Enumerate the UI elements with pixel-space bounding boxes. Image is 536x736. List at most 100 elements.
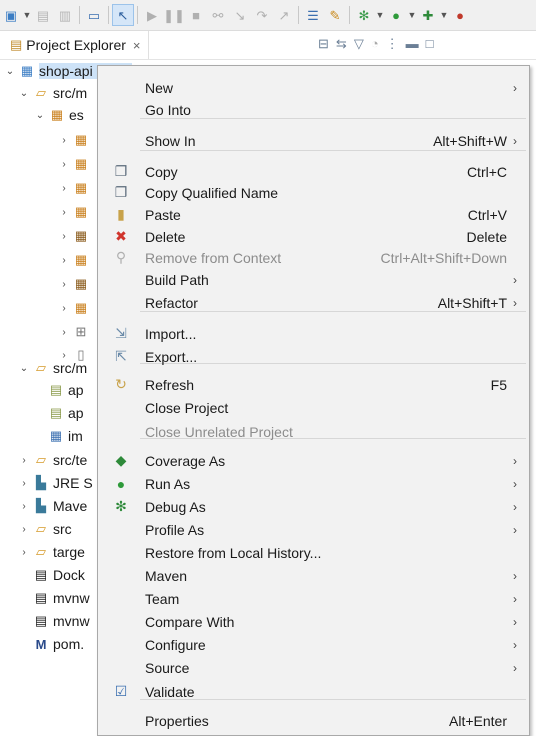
dropdown-icon[interactable]: ▼	[439, 4, 449, 26]
minimize-icon[interactable]: ▬	[406, 36, 419, 52]
menu-item-export[interactable]: ⇱ Export...	[98, 345, 529, 368]
tree-item-resource[interactable]: ▤ ap	[48, 379, 84, 401]
chevron-right-icon[interactable]: ›	[58, 135, 70, 146]
chevron-right-icon[interactable]: ›	[18, 501, 30, 512]
tree-item-src[interactable]: › ▱ src	[18, 518, 71, 540]
new-wizard-icon[interactable]: ▣	[0, 4, 22, 26]
menu-item-coverage-as[interactable]: ◆ Coverage As ›	[98, 449, 529, 472]
link-with-editor-icon[interactable]: ⇆	[336, 36, 347, 52]
menu-item-copy-qualified-name[interactable]: ❐ Copy Qualified Name	[98, 181, 529, 204]
debug-icon[interactable]: ✚	[417, 4, 439, 26]
chevron-right-icon[interactable]: ›	[58, 183, 70, 194]
menu-item-delete[interactable]: ✖ Delete Delete	[98, 225, 529, 248]
suspend-icon[interactable]: ❚❚	[163, 4, 185, 26]
menu-item-configure[interactable]: Configure ›	[98, 633, 529, 656]
tree-item-pom[interactable]: M pom.	[33, 633, 85, 655]
chevron-right-icon[interactable]: ›	[18, 547, 30, 558]
external-tools-icon[interactable]: ●	[449, 4, 471, 26]
select-icon[interactable]: ↖	[112, 4, 134, 26]
chevron-right-icon[interactable]: ›	[58, 255, 70, 266]
close-icon[interactable]: ×	[133, 38, 141, 53]
coverage-icon[interactable]: ✻	[353, 4, 375, 26]
chevron-right-icon[interactable]: ›	[18, 455, 30, 466]
tree-item-resource[interactable]: ▦ im	[48, 425, 83, 447]
resume-icon[interactable]: ▶	[141, 4, 163, 26]
tree-item-resource[interactable]: ▤ ap	[48, 402, 84, 424]
chevron-right-icon[interactable]: ›	[58, 279, 70, 290]
chevron-right-icon[interactable]: ›	[18, 524, 30, 535]
tree-item-src-test[interactable]: › ▱ src/te	[18, 449, 87, 471]
chevron-down-icon[interactable]: ⌄	[18, 88, 30, 99]
console-icon[interactable]: ▭	[83, 4, 105, 26]
step-into-icon[interactable]: ↘	[229, 4, 251, 26]
save-icon[interactable]: ▤	[32, 4, 54, 26]
step-over-icon[interactable]: ↷	[251, 4, 273, 26]
menu-item-close-project[interactable]: Close Project	[98, 396, 529, 419]
dropdown-icon[interactable]: ▼	[22, 4, 32, 26]
menu-item-validate[interactable]: ☑ Validate	[98, 680, 529, 703]
menu-item-maven[interactable]: Maven ›	[98, 564, 529, 587]
view-menu-icon[interactable]: ⋮	[386, 36, 399, 52]
tree-item-mvnw-cmd[interactable]: ▤ mvnw	[33, 610, 90, 632]
menu-item-refresh[interactable]: ↻ Refresh F5	[98, 373, 529, 396]
chevron-down-icon[interactable]: ⌄	[4, 66, 16, 77]
menu-item-compare-with[interactable]: Compare With ›	[98, 610, 529, 633]
open-task-icon[interactable]: ✎	[324, 4, 346, 26]
tree-item-subpackage[interactable]: › ▦	[58, 201, 93, 223]
dropdown-icon[interactable]: ▼	[407, 4, 417, 26]
menu-item-label: Close Project	[145, 399, 229, 416]
save-all-icon[interactable]: ▥	[54, 4, 76, 26]
chevron-right-icon[interactable]: ›	[58, 159, 70, 170]
tree-item-src-main-java[interactable]: ⌄ ▱ src/m	[18, 82, 87, 104]
tree-item-subpackage[interactable]: › ▦	[58, 297, 93, 319]
tree-item-subpackage[interactable]: › ▦	[58, 225, 93, 247]
menu-item-profile-as[interactable]: Profile As ›	[98, 518, 529, 541]
tree-item-subpackage[interactable]: › ▦	[58, 177, 93, 199]
menu-item-restore-from-local-history[interactable]: Restore from Local History...	[98, 541, 529, 564]
menu-item-build-path[interactable]: Build Path ›	[98, 268, 529, 291]
tree-item-jre[interactable]: › ▙ JRE S	[18, 472, 92, 494]
menu-item-paste[interactable]: ▮ Paste Ctrl+V	[98, 203, 529, 226]
dropdown-icon[interactable]: ▼	[375, 4, 385, 26]
toggle-mark-icon[interactable]: ☰	[302, 4, 324, 26]
menu-item-properties[interactable]: Properties Alt+Enter	[98, 709, 529, 732]
chevron-down-icon[interactable]: ⌄	[34, 110, 46, 121]
menu-item-show-in[interactable]: Show In Alt+Shift+W ›	[98, 129, 529, 152]
collapse-all-icon[interactable]: ⊟	[318, 36, 329, 52]
menu-item-team[interactable]: Team ›	[98, 587, 529, 610]
run-icon[interactable]: ●	[385, 4, 407, 26]
tree-item-subpackage[interactable]: › ⊞	[58, 321, 93, 343]
chevron-right-icon: ›	[513, 591, 517, 606]
menu-item-go-into[interactable]: Go Into	[98, 98, 529, 121]
terminate-icon[interactable]: ■	[185, 4, 207, 26]
tree-item-mvnw[interactable]: ▤ mvnw	[33, 587, 90, 609]
menu-item-refactor[interactable]: Refactor Alt+Shift+T ›	[98, 291, 529, 314]
menu-item-run-as[interactable]: ● Run As ›	[98, 472, 529, 495]
menu-item-copy[interactable]: ❐ Copy Ctrl+C	[98, 160, 529, 183]
step-return-icon[interactable]: ↗	[273, 4, 295, 26]
tree-item-src-main-resources[interactable]: ⌄ ▱ src/m	[18, 357, 87, 379]
chevron-right-icon[interactable]: ›	[58, 303, 70, 314]
disconnect-icon[interactable]: ⚯	[207, 4, 229, 26]
tree-item-maven-deps[interactable]: › ▙ Mave	[18, 495, 87, 517]
tree-item-dockerfile[interactable]: ▤ Dock	[33, 564, 85, 586]
menu-item-new[interactable]: New ›	[98, 76, 529, 99]
tree-item-subpackage[interactable]: › ▦	[58, 273, 93, 295]
menu-item-debug-as[interactable]: ✻ Debug As ›	[98, 495, 529, 518]
menu-item-source[interactable]: Source ›	[98, 656, 529, 679]
tab-project-explorer[interactable]: ▤ Project Explorer ×	[0, 31, 150, 59]
chevron-right-icon[interactable]: ›	[58, 327, 70, 338]
chevron-down-icon[interactable]: ⌄	[18, 363, 30, 374]
menu-item-import[interactable]: ⇲ Import...	[98, 322, 529, 345]
filter-icon[interactable]: ▽	[354, 36, 364, 52]
tree-item-subpackage[interactable]: › ▦	[58, 153, 93, 175]
chevron-right-icon[interactable]: ›	[58, 231, 70, 242]
tree-item-target[interactable]: › ▱ targe	[18, 541, 85, 563]
tree-item-package[interactable]: ⌄ ▦ es	[34, 104, 84, 126]
tree-item-subpackage[interactable]: › ▦	[58, 249, 93, 271]
chevron-right-icon[interactable]: ›	[58, 207, 70, 218]
focus-icon[interactable]: ◔	[371, 36, 379, 52]
maximize-icon[interactable]: □	[426, 36, 434, 52]
chevron-right-icon[interactable]: ›	[18, 478, 30, 489]
tree-item-subpackage[interactable]: › ▦	[58, 129, 93, 151]
